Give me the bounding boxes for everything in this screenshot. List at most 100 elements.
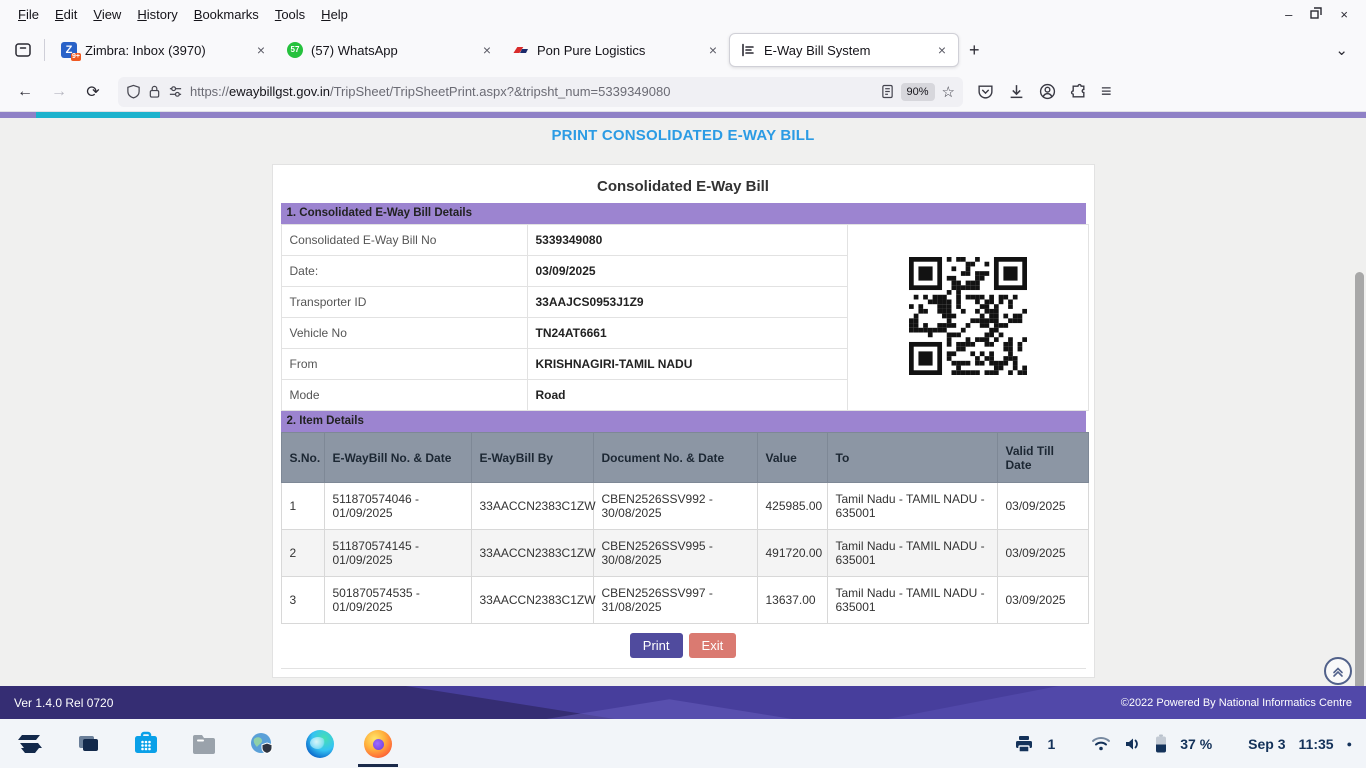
- lock-icon[interactable]: [148, 84, 161, 99]
- field-value: KRISHNAGIRI-TAMIL NADU: [527, 349, 847, 380]
- extensions-puzzle-icon[interactable]: [1070, 83, 1087, 100]
- column-header: S.No.: [281, 433, 324, 483]
- section-1-header: 1. Consolidated E-Way Bill Details: [281, 203, 1086, 224]
- tab-eway-bill-active[interactable]: E-Way Bill System ×: [729, 33, 959, 67]
- column-header: Value: [757, 433, 827, 483]
- table-row: 1 511870574046 - 01/09/2025 33AACCN2383C…: [281, 483, 1088, 530]
- wifi-icon[interactable]: [1091, 736, 1111, 752]
- new-tab-button[interactable]: +: [959, 38, 990, 63]
- menu-file[interactable]: File: [10, 4, 47, 25]
- permissions-icon[interactable]: [168, 84, 183, 99]
- folder-icon: [190, 730, 218, 758]
- window-switcher-button[interactable]: [72, 728, 104, 760]
- firefox-icon: [364, 730, 392, 758]
- bookmark-star-icon[interactable]: ☆: [942, 83, 955, 101]
- app-menu-icon[interactable]: ≡: [1101, 81, 1112, 102]
- zorin-menu-button[interactable]: [14, 728, 46, 760]
- menu-history[interactable]: History: [129, 4, 185, 25]
- secure-browser-button[interactable]: [246, 728, 278, 760]
- url-bar[interactable]: https://ewaybillgst.gov.in/TripSheet/Tri…: [118, 77, 963, 107]
- page-scrollbar-thumb[interactable]: [1355, 272, 1364, 712]
- firefox-browser-button[interactable]: [362, 728, 394, 760]
- tab-ponpure[interactable]: Pon Pure Logistics ×: [503, 33, 729, 67]
- notification-dot-icon[interactable]: ●: [1347, 739, 1352, 749]
- cell-to: Tamil Nadu - TAMIL NADU - 635001: [827, 530, 997, 577]
- restore-button[interactable]: [1310, 7, 1322, 22]
- field-label: Mode: [281, 380, 527, 411]
- whatsapp-favicon-icon: 57: [287, 42, 303, 58]
- cell-value: 425985.00: [757, 483, 827, 530]
- column-header: Document No. & Date: [593, 433, 757, 483]
- menu-bar: File Edit View History Bookmarks Tools H…: [0, 0, 1366, 28]
- back-button[interactable]: ←: [10, 77, 40, 107]
- tracking-shield-icon[interactable]: [126, 84, 141, 99]
- tab-close-icon[interactable]: ×: [255, 42, 267, 58]
- clock-date[interactable]: Sep 3: [1248, 736, 1285, 752]
- list-all-tabs-chevron-icon[interactable]: ⌄: [1335, 41, 1358, 59]
- tab-close-icon[interactable]: ×: [707, 42, 719, 58]
- pocket-icon[interactable]: [977, 83, 994, 100]
- tab-bar: Z9+ Zimbra: Inbox (3970) × 57 (57) Whats…: [0, 28, 1366, 72]
- cell-valid-till: 03/09/2025: [997, 530, 1088, 577]
- field-label: Vehicle No: [281, 318, 527, 349]
- column-header: To: [827, 433, 997, 483]
- cell-sno: 1: [281, 483, 324, 530]
- item-details-table: S.No. E-WayBill No. & Date E-WayBill By …: [281, 432, 1089, 624]
- volume-icon[interactable]: [1124, 736, 1142, 752]
- card-title: Consolidated E-Way Bill: [281, 173, 1086, 203]
- tab-whatsapp[interactable]: 57 (57) WhatsApp ×: [277, 33, 503, 67]
- url-text[interactable]: https://ewaybillgst.gov.in/TripSheet/Tri…: [190, 84, 874, 99]
- version-text: Ver 1.4.0 Rel 0720: [14, 696, 113, 710]
- clock-time[interactable]: 11:35: [1299, 736, 1334, 752]
- cell-document: CBEN2526SSV995 - 30/08/2025: [593, 530, 757, 577]
- tab-close-icon[interactable]: ×: [936, 42, 948, 58]
- print-button[interactable]: Print: [630, 633, 683, 658]
- section-2-header: 2. Item Details: [281, 411, 1086, 432]
- minimize-button[interactable]: –: [1285, 7, 1292, 22]
- cell-document: CBEN2526SSV997 - 31/08/2025: [593, 577, 757, 624]
- ponpure-favicon-icon: [513, 42, 529, 58]
- cell-valid-till: 03/09/2025: [997, 577, 1088, 624]
- zoom-level-badge[interactable]: 90%: [901, 83, 935, 101]
- cell-value: 491720.00: [757, 530, 827, 577]
- menu-tools[interactable]: Tools: [267, 4, 313, 25]
- software-store-button[interactable]: [130, 728, 162, 760]
- table-header-row: S.No. E-WayBill No. & Date E-WayBill By …: [281, 433, 1088, 483]
- close-window-button[interactable]: ×: [1340, 7, 1348, 22]
- menu-view[interactable]: View: [85, 4, 129, 25]
- file-manager-button[interactable]: [188, 728, 220, 760]
- software-store-icon: [132, 730, 160, 758]
- double-chevron-up-icon: [1331, 664, 1345, 678]
- firefox-view-button[interactable]: [8, 35, 38, 65]
- field-value: 33AAJCS0953J1Z9: [527, 287, 847, 318]
- table-row: 3 501870574535 - 01/09/2025 33AACCN2383C…: [281, 577, 1088, 624]
- site-header-strip: [0, 112, 1366, 118]
- menu-help[interactable]: Help: [313, 4, 356, 25]
- exit-button[interactable]: Exit: [689, 633, 737, 658]
- cell-ewaybill-no: 511870574145 - 01/09/2025: [324, 530, 471, 577]
- battery-icon[interactable]: [1155, 734, 1167, 753]
- forward-button[interactable]: →: [44, 77, 74, 107]
- reload-button[interactable]: ⟳: [78, 77, 108, 107]
- reader-view-icon[interactable]: [881, 84, 894, 99]
- cell-ewaybill-no: 501870574535 - 01/09/2025: [324, 577, 471, 624]
- menu-bookmarks[interactable]: Bookmarks: [186, 4, 267, 25]
- cell-document: CBEN2526SSV992 - 30/08/2025: [593, 483, 757, 530]
- field-value: Road: [527, 380, 847, 411]
- field-value: 03/09/2025: [527, 256, 847, 287]
- windows-icon: [75, 731, 101, 757]
- scroll-to-top-button[interactable]: [1324, 657, 1352, 685]
- tab-close-icon[interactable]: ×: [481, 42, 493, 58]
- tab-zimbra[interactable]: Z9+ Zimbra: Inbox (3970) ×: [51, 33, 277, 67]
- field-label: Consolidated E-Way Bill No: [281, 225, 527, 256]
- account-icon[interactable]: [1039, 83, 1056, 100]
- site-header-teal-accent: [36, 112, 160, 118]
- bill-details-table: Consolidated E-Way Bill No 5339349080 Da…: [281, 224, 1089, 411]
- edge-browser-button[interactable]: [304, 728, 336, 760]
- field-label: Date:: [281, 256, 527, 287]
- eway-favicon-icon: [740, 42, 756, 58]
- downloads-icon[interactable]: [1008, 83, 1025, 100]
- qr-code: [847, 225, 1088, 411]
- printer-icon[interactable]: [1014, 735, 1034, 753]
- menu-edit[interactable]: Edit: [47, 4, 85, 25]
